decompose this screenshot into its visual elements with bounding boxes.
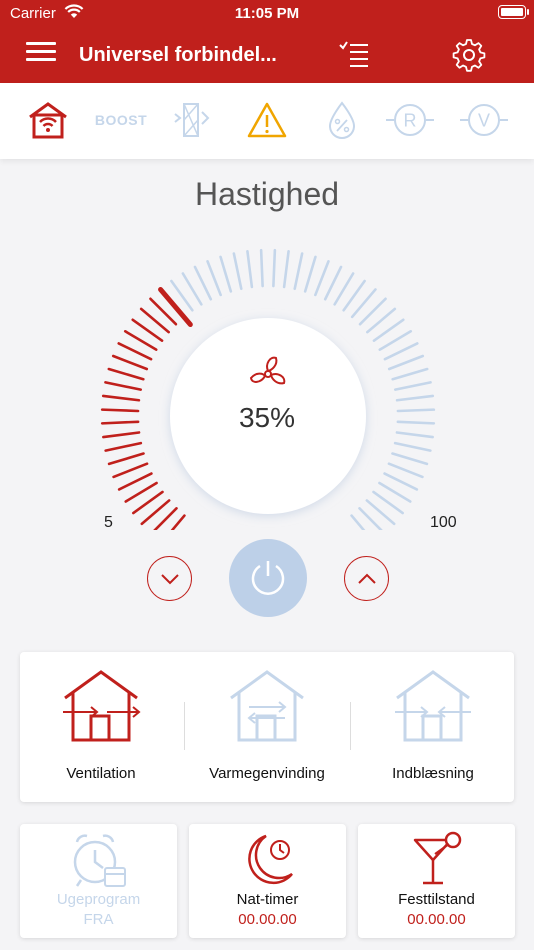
gauge-tick [104, 441, 143, 452]
tab-r[interactable]: R [386, 98, 434, 142]
menu-button[interactable] [26, 42, 56, 64]
r-icon: R [386, 104, 434, 136]
chevron-up-icon [357, 573, 376, 584]
divider [184, 702, 185, 750]
gauge-tick [193, 265, 213, 301]
speed-gauge[interactable] [0, 230, 534, 530]
humidity-icon [328, 101, 356, 139]
boost-label: BOOST [94, 112, 148, 128]
nat-timer-value: 00.00.00 [238, 911, 297, 928]
mode-heat-recovery[interactable]: Varmegenvinding [186, 652, 348, 802]
page-title: Universel forbindel... [79, 44, 277, 66]
gauge-tick [232, 252, 243, 291]
warning-icon [247, 102, 287, 138]
gauge-tick [104, 381, 142, 391]
home-wifi-icon [29, 102, 67, 139]
checklist-icon[interactable] [338, 40, 370, 68]
gauge-tick [206, 260, 222, 297]
mode-ventilation[interactable]: Ventilation [20, 652, 182, 802]
svg-text:R: R [404, 111, 417, 131]
nat-timer-card[interactable]: Nat-timer 00.00.00 [189, 824, 346, 938]
gear-icon[interactable] [452, 38, 486, 72]
gauge-tick [393, 441, 432, 452]
speed-title: Hastighed [194, 176, 340, 212]
gauge-tick [272, 248, 277, 288]
tab-warning[interactable] [244, 98, 290, 142]
ugeprogram-label: Ugeprogram [56, 891, 141, 908]
house-ventilation-icon [63, 670, 141, 742]
festtilstand-label: Festtilstand [398, 891, 475, 908]
tab-humidity[interactable] [320, 98, 364, 142]
status-bar: Carrier 11:05 PM [0, 0, 534, 28]
app-header: Carrier 11:05 PM Universel forbindel... [0, 0, 534, 83]
gauge-tick [383, 342, 419, 361]
gauge-tick [107, 452, 145, 466]
speed-value: 35% [238, 402, 296, 433]
divider [350, 702, 351, 750]
gauge-tick [282, 249, 290, 289]
nat-timer-label: Nat-timer [236, 891, 299, 908]
ugeprogram-value: FRA [83, 911, 114, 928]
scale-min-label: 5 [104, 514, 113, 531]
gauge-tick [246, 249, 254, 289]
gauge-tick [259, 248, 264, 288]
ugeprogram-card[interactable]: Ugeprogram FRA [20, 824, 177, 938]
gauge-tick [117, 472, 153, 491]
tab-home[interactable] [22, 98, 74, 142]
gauge-tick [170, 514, 186, 530]
gauge-tick [383, 472, 419, 491]
airflow-mode-card: Ventilation Varmegenvinding Indblæsning [20, 652, 514, 802]
gauge-tick [314, 260, 330, 297]
scale-max-label: 100 [430, 514, 457, 531]
gauge-tick [111, 354, 149, 371]
gauge-tick [107, 367, 145, 381]
mode-label: Indblæsning [392, 765, 474, 782]
increase-speed-button[interactable] [344, 556, 389, 601]
svg-text:V: V [478, 111, 490, 131]
decrease-speed-button[interactable] [147, 556, 192, 601]
chevron-down-icon [160, 573, 179, 584]
festtilstand-card[interactable]: Festtilstand 00.00.00 [358, 824, 515, 938]
battery-icon [498, 5, 526, 19]
gauge-marker [158, 286, 193, 328]
festtilstand-value: 00.00.00 [407, 911, 466, 928]
gauge-tick [387, 354, 425, 371]
moon-clock-icon [247, 834, 293, 885]
mode-supply-air[interactable]: Indblæsning [352, 652, 514, 802]
gauge-tick [395, 394, 435, 402]
gauge-tick [293, 252, 304, 291]
gauge-tick [350, 514, 366, 530]
house-supply-air-icon [395, 670, 471, 742]
gauge-tick [117, 342, 153, 361]
gauge-tick [101, 394, 141, 402]
gauge-tick [112, 462, 149, 479]
mode-label: Varmegenvinding [209, 765, 325, 782]
alarm-clock-icon [73, 834, 126, 887]
gauge-tick [219, 255, 233, 293]
tab-v[interactable]: V [460, 98, 508, 142]
power-button[interactable] [229, 539, 307, 617]
gauge-tick [394, 381, 432, 391]
v-icon: V [460, 104, 508, 136]
tab-heat-exchanger[interactable] [170, 98, 216, 142]
cocktail-icon [413, 831, 461, 885]
gauge-tick [391, 367, 429, 381]
gauge-tick [387, 462, 424, 479]
gauge-tick [323, 265, 343, 301]
mode-label: Ventilation [66, 765, 136, 782]
tab-boost[interactable]: BOOST [92, 98, 150, 142]
house-heat-recovery-icon [230, 670, 304, 742]
heat-exchanger-icon [174, 103, 210, 137]
gauge-tick [391, 452, 429, 466]
clock: 11:05 PM [234, 5, 300, 22]
gauge-tick [303, 255, 317, 293]
mode-tab-bar: BOOST R V [0, 83, 534, 159]
power-icon [251, 561, 285, 595]
